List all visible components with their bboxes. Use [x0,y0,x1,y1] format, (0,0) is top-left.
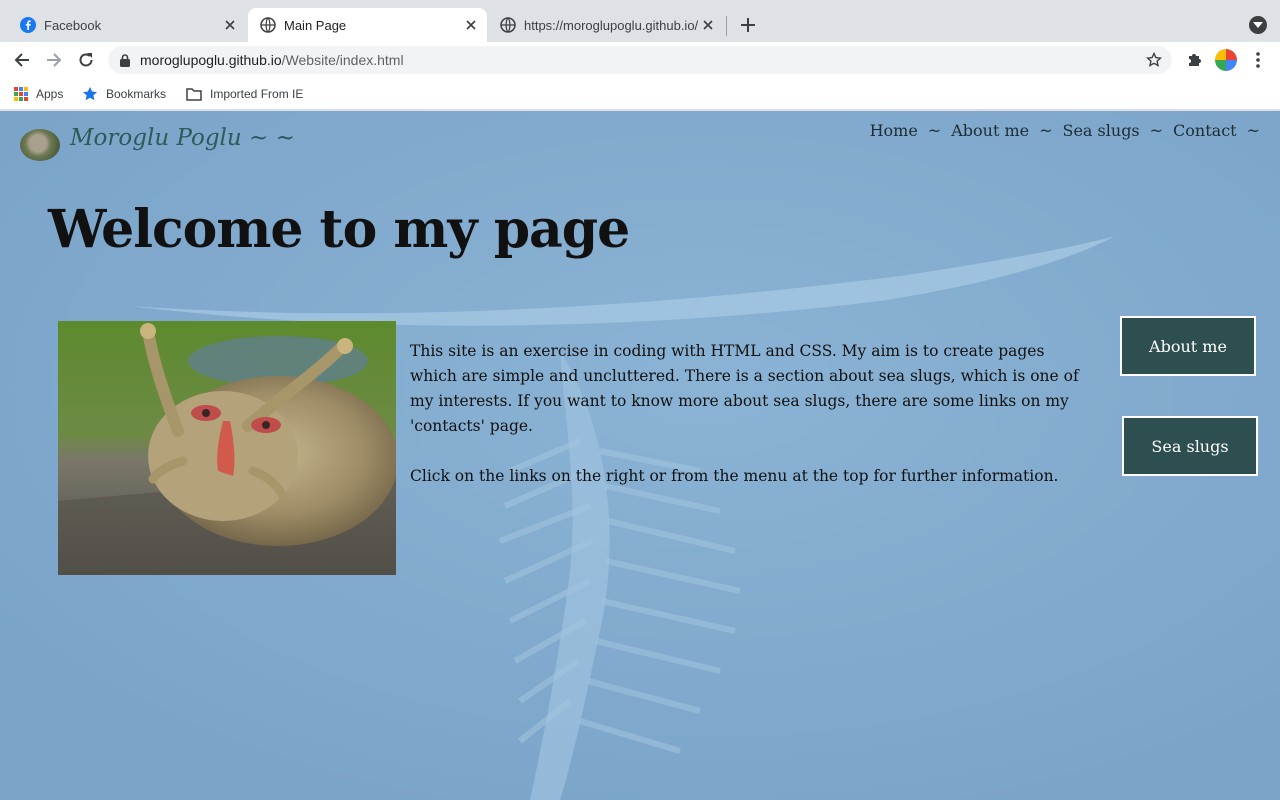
star-icon [82,86,98,102]
nav-separator: ~ [1039,121,1053,140]
facebook-icon [20,17,36,33]
url-path: /Website/index.html [281,52,404,68]
intro-paragraph: This site is an exercise in coding with … [410,342,1079,435]
site-logo[interactable] [20,129,60,161]
url-host: moroglupoglu.github.io [140,52,282,68]
close-icon[interactable] [222,17,238,33]
bookmark-star-icon[interactable] [1146,52,1162,68]
reload-button[interactable] [74,48,98,72]
folder-icon [186,87,202,101]
more-vertical-icon [1256,52,1260,68]
back-button[interactable] [10,48,34,72]
new-tab-button[interactable] [736,13,760,37]
tab-title: https://moroglupoglu.github.io/ [524,17,699,33]
tab-strip: Facebook Main Page https://moroglupoglu.… [0,0,1280,42]
plus-icon [741,18,755,32]
profile-button[interactable] [1214,48,1238,72]
bookmark-label: Bookmarks [106,87,167,101]
extensions-button[interactable] [1182,48,1206,72]
nav-home[interactable]: Home [870,121,918,140]
bookmark-apps[interactable]: Apps [14,85,63,103]
chevron-down-icon [1253,22,1263,28]
nav-sea-slugs[interactable]: Sea slugs [1063,121,1140,140]
page-heading: Welcome to my page [48,199,630,260]
close-icon[interactable] [700,17,716,33]
web-page: Moroglu Poglu ~ ~ Home ~ About me ~ Sea … [0,111,1280,800]
back-arrow-icon [14,53,29,67]
bookmark-imported-from-ie[interactable]: Imported From IE [186,85,303,103]
avatar [1215,49,1237,71]
tab-divider [726,16,727,36]
bookmarks-bar: Apps Bookmarks Imported From IE [0,78,1280,110]
nav-separator: ~ [927,121,942,140]
apps-grid-icon [14,87,28,101]
tab-search-button[interactable] [1249,16,1267,34]
forward-button[interactable] [42,48,66,72]
tab-main-page[interactable]: Main Page [248,8,487,42]
puzzle-icon [1189,54,1201,66]
lock-icon [120,53,130,67]
site-name[interactable]: Moroglu Poglu ~ ~ [70,125,295,151]
intro-paragraph: Click on the links on the right or from … [410,467,1059,485]
reload-icon [79,53,93,67]
menu-button[interactable] [1246,48,1270,72]
address-bar[interactable]: moroglupoglu.github.io/Website/index.htm… [108,46,1172,74]
bookmark-label: Apps [36,87,64,101]
close-icon[interactable] [463,17,479,33]
nav-contact[interactable]: Contact [1173,121,1237,140]
browser-toolbar: moroglupoglu.github.io/Website/index.htm… [0,42,1280,78]
top-navigation: Home ~ About me ~ Sea slugs ~ Contact ~ [870,121,1270,140]
about-me-button[interactable]: About me [1120,316,1256,376]
tab-title: Main Page [284,17,347,33]
tab-github-page[interactable]: https://moroglupoglu.github.io/ [488,8,724,42]
tab-title: Facebook [44,17,102,33]
bookmark-label: Imported From IE [210,87,304,101]
globe-icon [260,17,276,33]
nav-about-me[interactable]: About me [951,121,1029,140]
bookmark-bookmarks[interactable]: Bookmarks [82,85,166,103]
intro-text: This site is an exercise in coding with … [410,339,1080,489]
slug-photo [58,321,396,575]
sea-slugs-button[interactable]: Sea slugs [1122,416,1258,476]
tab-facebook[interactable]: Facebook [8,8,246,42]
nav-separator: ~ [1149,121,1164,140]
globe-icon [500,17,516,33]
nav-separator: ~ [1246,121,1260,140]
forward-arrow-icon [47,53,62,67]
